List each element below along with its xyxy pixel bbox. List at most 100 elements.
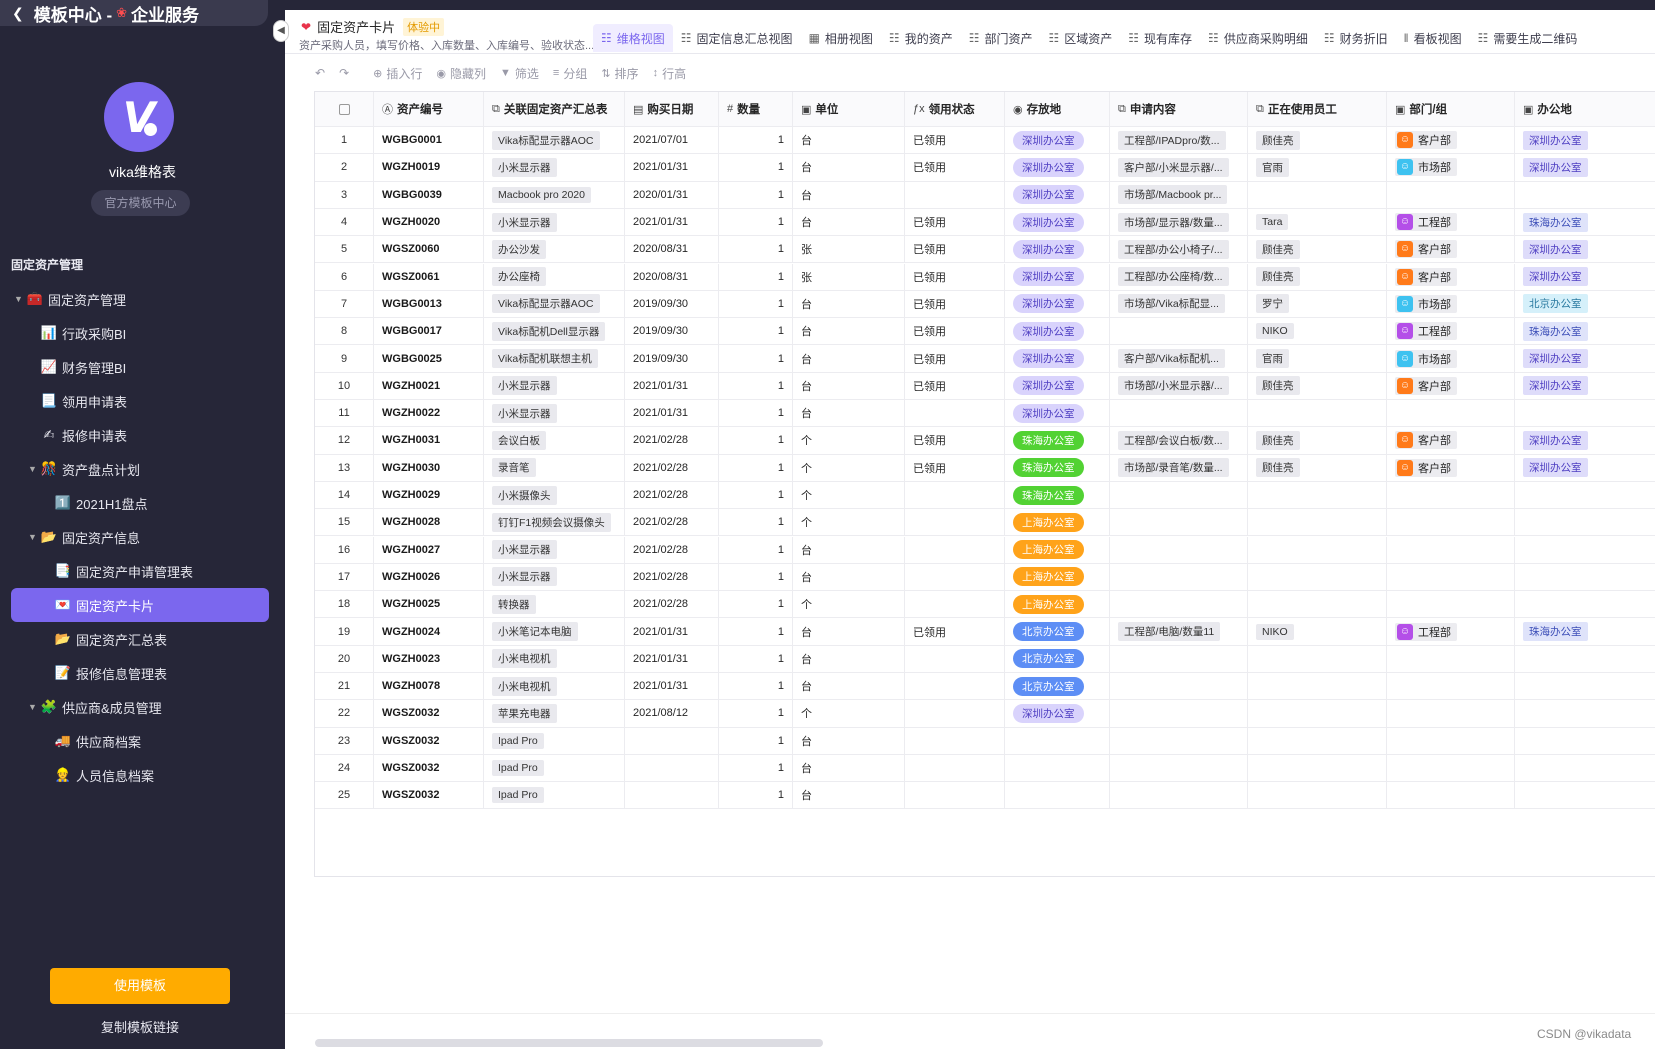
cell-purchase-date[interactable]: 2021/01/31: [625, 372, 719, 399]
cell-status[interactable]: [905, 400, 1005, 427]
department-tag[interactable]: ☺ 市场部: [1395, 294, 1457, 313]
cell-asset-code[interactable]: WGBG0017: [374, 318, 484, 345]
cell-asset-code[interactable]: WGZH0024: [374, 618, 484, 645]
cell-location[interactable]: 深圳办公室: [1005, 372, 1110, 399]
location-pill[interactable]: 深圳办公室: [1013, 349, 1084, 369]
request-tag[interactable]: 市场部/Vika标配显...: [1118, 294, 1225, 314]
cell-quantity[interactable]: 1: [719, 536, 793, 563]
cell-employee[interactable]: [1248, 700, 1387, 727]
linked-asset-tag[interactable]: 小米显示器: [492, 567, 557, 587]
cell-linked-asset[interactable]: Ipad Pro: [484, 727, 625, 754]
cell-asset-code[interactable]: WGZH0021: [374, 372, 484, 399]
sidebar-item-7[interactable]: ▼ 📂 固定资产信息: [28, 520, 140, 554]
cell-status[interactable]: [905, 700, 1005, 727]
cell-employee[interactable]: [1248, 481, 1387, 509]
cell-status[interactable]: 已领用: [905, 208, 1005, 236]
cell-location[interactable]: 珠海办公室: [1005, 454, 1110, 481]
column-header-user[interactable]: ⧉ 正在使用员工: [1248, 92, 1387, 126]
sheet-description[interactable]: 资产采购人员，填写价格、入库数量、入库编号、验收状态...: [299, 37, 594, 53]
template-center-header[interactable]: ❮ 模板中心 - ❀ 企业服务: [0, 0, 268, 26]
cell-location[interactable]: [1005, 754, 1110, 782]
sidebar-item-2[interactable]: 📈 财务管理BI: [40, 350, 126, 384]
toolbar-eye-button[interactable]: ◉ 隐藏列: [436, 65, 486, 82]
request-tag[interactable]: 工程部/办公小椅子/...: [1118, 239, 1229, 259]
cell-unit[interactable]: 张: [793, 236, 905, 263]
cell-office[interactable]: [1515, 400, 1655, 426]
cell-department[interactable]: ☺ 工程部: [1387, 318, 1515, 345]
request-tag[interactable]: 客户部/Vika标配机...: [1118, 349, 1225, 369]
cell-quantity[interactable]: 1: [719, 236, 793, 263]
column-header-office[interactable]: ▣ 办公地: [1515, 92, 1655, 126]
cell-employee[interactable]: 官雨: [1248, 345, 1387, 372]
department-tag[interactable]: ☺ 客户部: [1395, 458, 1457, 477]
toolbar-group-button[interactable]: ≡ 分组: [553, 65, 587, 82]
office-tag[interactable]: 深圳办公室: [1523, 267, 1588, 287]
cell-purchase-date[interactable]: 2020/01/31: [625, 181, 719, 208]
cell-status[interactable]: [905, 754, 1005, 782]
cell-asset-code[interactable]: WGBG0013: [374, 290, 484, 318]
caret-down-icon[interactable]: ▼: [28, 532, 40, 542]
cell-quantity[interactable]: 1: [719, 645, 793, 672]
column-header-code[interactable]: Ⓐ 资产编号: [374, 92, 484, 126]
cell-unit[interactable]: 台: [793, 127, 905, 154]
cell-unit[interactable]: 张: [793, 263, 905, 290]
cell-linked-asset[interactable]: 小米显示器: [484, 208, 625, 236]
request-tag[interactable]: 工程部/会议白板/数...: [1118, 430, 1229, 450]
cell-unit[interactable]: 台: [793, 181, 905, 208]
cell-quantity[interactable]: 1: [719, 591, 793, 618]
cell-office[interactable]: 珠海办公室: [1515, 318, 1655, 344]
cell-status[interactable]: 已领用: [905, 127, 1005, 154]
cell-unit[interactable]: 个: [793, 427, 905, 454]
department-tag[interactable]: ☺ 客户部: [1395, 376, 1457, 395]
cell-request[interactable]: [1110, 782, 1248, 809]
table-row[interactable]: 24 WGSZ0032 Ipad Pro 1 台: [315, 754, 1655, 783]
location-pill[interactable]: 深圳办公室: [1013, 212, 1084, 232]
cell-location[interactable]: 珠海办公室: [1005, 481, 1110, 509]
cell-employee[interactable]: NIKO: [1248, 618, 1387, 645]
cell-quantity[interactable]: 1: [719, 400, 793, 427]
location-pill[interactable]: 珠海办公室: [1013, 485, 1084, 505]
cell-department[interactable]: [1387, 673, 1515, 700]
cell-asset-code[interactable]: WGZH0026: [374, 563, 484, 591]
linked-asset-tag[interactable]: 小米摄像头: [492, 485, 557, 505]
cell-employee[interactable]: [1248, 754, 1387, 782]
cell-status[interactable]: 已领用: [905, 372, 1005, 399]
request-tag[interactable]: 工程部/办公座椅/数...: [1118, 267, 1229, 287]
request-tag[interactable]: 市场部/小米显示器/...: [1118, 376, 1229, 396]
cell-unit[interactable]: 台: [793, 782, 905, 809]
cell-office[interactable]: 深圳办公室: [1515, 427, 1655, 453]
cell-status[interactable]: 已领用: [905, 618, 1005, 645]
cell-location[interactable]: 深圳办公室: [1005, 154, 1110, 181]
cell-purchase-date[interactable]: 2021/01/31: [625, 673, 719, 700]
table-row[interactable]: 5 WGSZ0060 办公沙发 2020/08/31 1 张 已领用 深圳办公室 工程部/办公小…: [315, 236, 1655, 264]
location-pill[interactable]: 北京办公室: [1013, 622, 1084, 642]
cell-department[interactable]: ☺ 工程部: [1387, 208, 1515, 236]
cell-linked-asset[interactable]: 办公座椅: [484, 263, 625, 290]
office-tag[interactable]: 北京办公室: [1523, 294, 1588, 314]
employee-tag[interactable]: 官雨: [1256, 157, 1289, 177]
cell-linked-asset[interactable]: 会议白板: [484, 427, 625, 454]
cell-department[interactable]: ☺ 客户部: [1387, 263, 1515, 290]
cell-unit[interactable]: 台: [793, 345, 905, 372]
linked-asset-tag[interactable]: 小米显示器: [492, 212, 557, 232]
cell-office[interactable]: 深圳办公室: [1515, 345, 1655, 371]
cell-linked-asset[interactable]: 小米摄像头: [484, 481, 625, 509]
sidebar-item-3[interactable]: 📃 领用申请表: [40, 384, 127, 418]
cell-office[interactable]: 深圳办公室: [1515, 154, 1655, 180]
linked-asset-tag[interactable]: Vika标配显示器AOC: [492, 294, 600, 314]
location-pill[interactable]: 珠海办公室: [1013, 458, 1084, 478]
cell-asset-code[interactable]: WGZH0025: [374, 591, 484, 618]
tab-view-6[interactable]: ☷ 现有库存: [1120, 24, 1200, 52]
column-header-unit[interactable]: ▣ 单位: [793, 92, 905, 126]
column-header-req[interactable]: ⧉ 申请内容: [1110, 92, 1248, 126]
employee-tag[interactable]: 顾佳亮: [1256, 458, 1300, 478]
cell-location[interactable]: 深圳办公室: [1005, 700, 1110, 727]
cell-office[interactable]: 深圳办公室: [1515, 373, 1655, 399]
request-tag[interactable]: 市场部/Macbook pr...: [1118, 185, 1228, 205]
sidebar-item-10[interactable]: 📂 固定资产汇总表: [54, 622, 167, 656]
cell-asset-code[interactable]: WGBG0039: [374, 181, 484, 208]
caret-down-icon[interactable]: ▼: [28, 702, 40, 712]
cell-purchase-date[interactable]: 2021/08/12: [625, 700, 719, 727]
sidebar-item-6[interactable]: 1️⃣ 2021H1盘点: [54, 486, 148, 520]
sidebar-item-11[interactable]: 📝 报修信息管理表: [54, 656, 167, 690]
